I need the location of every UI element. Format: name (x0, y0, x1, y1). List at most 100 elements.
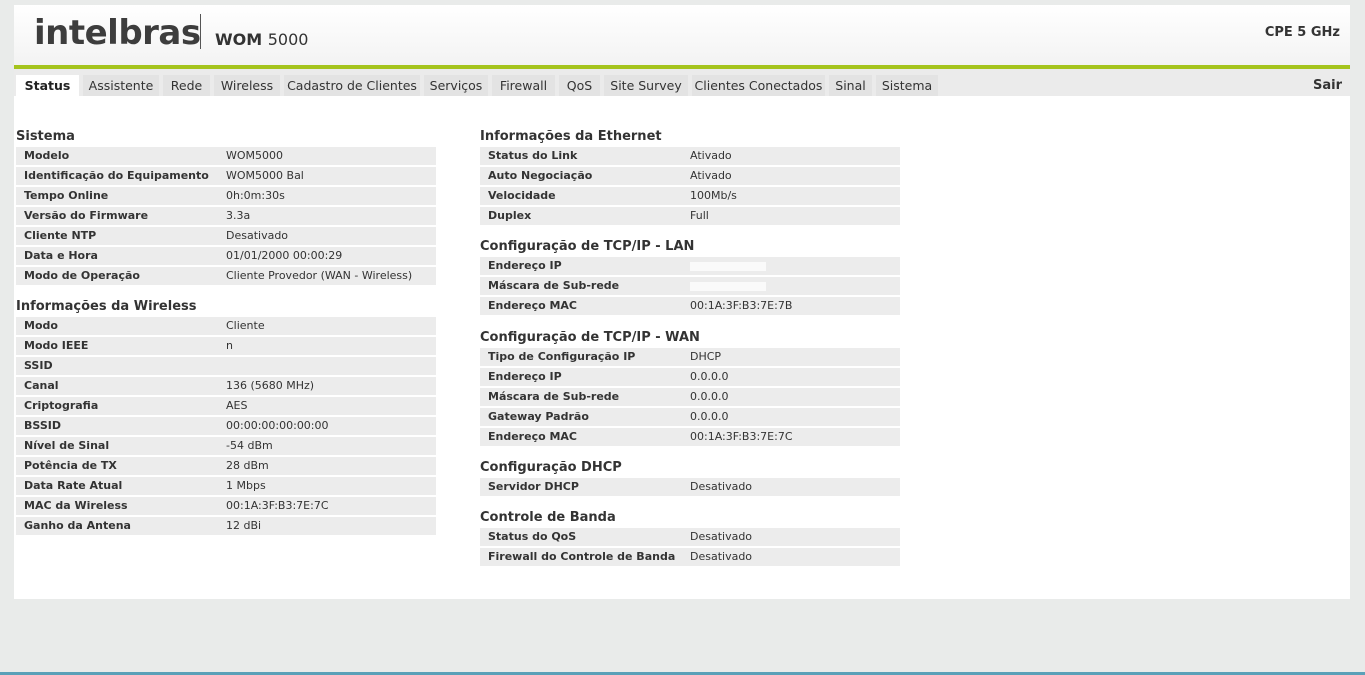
row-value: 00:1A:3F:B3:7E:7C (226, 499, 329, 512)
row-label: Modo IEEE (24, 339, 89, 352)
row-label: Versão do Firmware (24, 209, 149, 222)
row-label: Potência de TX (24, 459, 117, 472)
lan-row: Máscara de Sub-rede (480, 277, 900, 295)
row-value: Full (690, 209, 709, 222)
wireless-row: Canal 136 (5680 MHz) (16, 377, 436, 395)
row-value: 0.0.0.0 (690, 410, 729, 423)
row-label: Velocidade (488, 189, 556, 202)
row-value: Desativado (690, 530, 753, 543)
section-title-ethernet: Informações da Ethernet (480, 129, 662, 144)
row-value: Cliente Provedor (WAN - Wireless) (226, 269, 413, 282)
model-prefix: WOM (215, 30, 263, 49)
sistema-row: Modo de Operação Cliente Provedor (WAN - … (16, 267, 436, 285)
row-label: Endereço IP (488, 370, 562, 383)
tab-sinal[interactable]: Sinal (829, 75, 872, 96)
row-label: Canal (24, 379, 59, 392)
intelbras-logo: intelbras (34, 13, 201, 53)
model-name: WOM 5000 (215, 30, 308, 49)
tab-firewall[interactable]: Firewall (492, 75, 555, 96)
tab-cadastro-de-clientes[interactable]: Cadastro de Clientes (284, 75, 420, 96)
ethernet-row: Velocidade 100Mb/s (480, 187, 900, 205)
row-label: SSID (24, 359, 53, 372)
wireless-row: Nível de Sinal -54 dBm (16, 437, 436, 455)
row-label: Criptografia (24, 399, 99, 412)
row-label: Endereço MAC (488, 299, 578, 312)
tab-wireless[interactable]: Wireless (214, 75, 280, 96)
sistema-row: Versão do Firmware 3.3a (16, 207, 436, 225)
row-label: Nível de Sinal (24, 439, 110, 452)
row-label: Máscara de Sub-rede (488, 279, 620, 292)
wan-row: Tipo de Configuração IP DHCP (480, 348, 900, 366)
tab-site-survey[interactable]: Site Survey (604, 75, 688, 96)
section-title-wan: Configuração de TCP/IP - WAN (480, 330, 700, 345)
row-value: 136 (5680 MHz) (226, 379, 315, 392)
section-title-wireless: Informações da Wireless (16, 299, 197, 314)
sistema-row: Tempo Online 0h:0m:30s (16, 187, 436, 205)
wireless-row: SSID (16, 357, 436, 375)
row-label: Data e Hora (24, 249, 98, 262)
banda-row: Firewall do Controle de Banda Desativado (480, 548, 900, 566)
wireless-row: BSSID 00:00:00:00:00:00 (16, 417, 436, 435)
row-label: Tempo Online (24, 189, 109, 202)
tab-servicos[interactable]: Serviços (424, 75, 488, 96)
row-value: 00:00:00:00:00:00 (226, 419, 329, 432)
wireless-row: Modo Cliente (16, 317, 436, 335)
row-value: n (226, 339, 233, 352)
section-title-sistema: Sistema (16, 129, 75, 144)
row-label: BSSID (24, 419, 61, 432)
redacted-value (690, 262, 766, 271)
tab-clientes-conectados[interactable]: Clientes Conectados (692, 75, 825, 96)
row-value: 12 dBi (226, 519, 262, 532)
row-label: Máscara de Sub-rede (488, 390, 620, 403)
row-value: Ativado (690, 149, 732, 162)
sistema-row: Identificação do Equipamento WOM5000 Bal (16, 167, 436, 185)
ethernet-row: Auto Negociação Ativado (480, 167, 900, 185)
wireless-row: MAC da Wireless 00:1A:3F:B3:7E:7C (16, 497, 436, 515)
row-label: MAC da Wireless (24, 499, 128, 512)
row-value: 28 dBm (226, 459, 269, 472)
row-label: Modelo (24, 149, 70, 162)
row-label: Duplex (488, 209, 532, 222)
sistema-row: Modelo WOM5000 (16, 147, 436, 165)
row-value: WOM5000 (226, 149, 284, 162)
wan-row: Máscara de Sub-rede 0.0.0.0 (480, 388, 900, 406)
tab-rede[interactable]: Rede (163, 75, 210, 96)
row-label: Ganho da Antena (24, 519, 131, 532)
tab-sistema[interactable]: Sistema (876, 75, 938, 96)
row-value: -54 dBm (226, 439, 273, 452)
product-label: CPE 5 GHz (1264, 25, 1340, 40)
row-value: 100Mb/s (690, 189, 737, 202)
sistema-row: Cliente NTP Desativado (16, 227, 436, 245)
tab-qos[interactable]: QoS (559, 75, 600, 96)
row-label: Endereço MAC (488, 430, 578, 443)
row-label: Modo (24, 319, 58, 332)
row-label: Gateway Padrão (488, 410, 589, 423)
wan-row: Gateway Padrão 0.0.0.0 (480, 408, 900, 426)
model-number: 5000 (267, 30, 309, 49)
tab-assistente[interactable]: Assistente (83, 75, 159, 96)
wireless-row: Criptografia AES (16, 397, 436, 415)
row-label: Data Rate Atual (24, 479, 123, 492)
section-title-lan: Configuração de TCP/IP - LAN (480, 239, 695, 254)
row-value: 0h:0m:30s (226, 189, 285, 202)
wan-row: Endereço IP 0.0.0.0 (480, 368, 900, 386)
wan-row: Endereço MAC 00:1A:3F:B3:7E:7C (480, 428, 900, 446)
row-value: Cliente (226, 319, 265, 332)
row-label: Firewall do Controle de Banda (488, 550, 676, 563)
row-label: Cliente NTP (24, 229, 97, 242)
row-value: 1 Mbps (226, 479, 266, 492)
wireless-row: Modo IEEE n (16, 337, 436, 355)
row-label: Status do QoS (488, 530, 577, 543)
row-label: Auto Negociação (488, 169, 593, 182)
row-value: WOM5000 Bal (226, 169, 304, 182)
row-label: Modo de Operação (24, 269, 140, 282)
row-label: Identificação do Equipamento (24, 169, 209, 182)
router-admin-frame: intelbras WOM 5000 CPE 5 GHz Status Assi… (14, 5, 1350, 599)
section-title-dhcp: Configuração DHCP (480, 460, 622, 475)
row-value: 0.0.0.0 (690, 370, 729, 383)
logout-link[interactable]: Sair (1313, 75, 1342, 96)
tab-status[interactable]: Status (16, 75, 79, 96)
ethernet-row: Status do Link Ativado (480, 147, 900, 165)
logo-divider (200, 14, 201, 49)
row-label: Servidor DHCP (488, 480, 579, 493)
